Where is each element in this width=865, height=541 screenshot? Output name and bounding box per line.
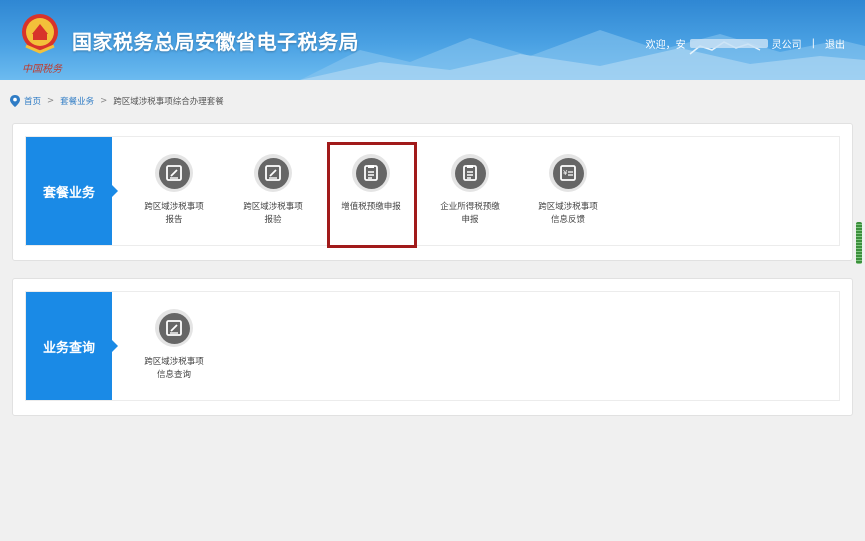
package-item-label: 企业所得税预缴 申报	[440, 202, 500, 225]
package-panel-label: 套餐业务	[26, 137, 118, 245]
package-panel-body: 套餐业务 跨区域涉税事项 报告 跨区域涉税事项 报验 增值税预缴申报 企业所得税…	[25, 136, 840, 246]
pen-doc-icon	[155, 154, 193, 192]
svg-text:¥: ¥	[563, 169, 568, 177]
breadcrumb-current: 跨区域涉税事项综合办理套餐	[113, 97, 224, 107]
welcome-text: 欢迎，安	[645, 40, 686, 51]
query-panel: 业务查询 跨区域涉税事项 信息查询	[12, 278, 853, 416]
brand-script-logo: 中国税务	[22, 64, 62, 75]
form-doc-icon	[451, 154, 489, 192]
query-item-info[interactable]: 跨区域涉税事项 信息查询	[129, 309, 219, 382]
package-item-label: 跨区域涉税事项 信息反馈	[538, 202, 598, 225]
query-panel-label: 业务查询	[26, 292, 118, 400]
highlight-box	[327, 142, 417, 248]
package-item-feedback[interactable]: ¥ 跨区域涉税事项 信息反馈	[523, 154, 613, 227]
divider: |	[811, 38, 815, 49]
breadcrumb-home[interactable]: 首页	[24, 95, 41, 107]
company-name[interactable]: 灵公司	[772, 36, 802, 51]
scrollbar-thumb[interactable]	[856, 222, 862, 264]
breadcrumb: 首页 > 套餐业务 > 跨区域涉税事项综合办理套餐	[10, 95, 224, 107]
package-item-label: 跨区域涉税事项 报告	[144, 202, 204, 225]
user-area: 欢迎，安 灵公司 | 退出	[646, 36, 845, 51]
breadcrumb-separator: >	[47, 96, 55, 106]
package-item-label: 跨区域涉税事项 报验	[243, 202, 303, 225]
yuan-doc-icon: ¥	[549, 154, 587, 192]
package-item-report[interactable]: 跨区域涉税事项 报告	[129, 154, 219, 227]
breadcrumb-separator: >	[100, 96, 108, 106]
national-emblem-icon	[22, 14, 58, 54]
package-item-cit-prepay[interactable]: 企业所得税预缴 申报	[425, 154, 515, 227]
redacted-username	[689, 39, 768, 48]
query-item-label: 跨区域涉税事项 信息查询	[144, 357, 204, 380]
package-panel: 套餐业务 跨区域涉税事项 报告 跨区域涉税事项 报验 增值税预缴申报 企业所得税…	[12, 123, 853, 261]
query-panel-body: 业务查询 跨区域涉税事项 信息查询	[25, 291, 840, 401]
pen-doc-icon	[254, 154, 292, 192]
logout-link[interactable]: 退出	[825, 36, 845, 51]
site-title: 国家税务总局安徽省电子税务局	[72, 30, 359, 54]
breadcrumb-section[interactable]: 套餐业务	[60, 95, 94, 107]
site-header: 中国税务 国家税务总局安徽省电子税务局 欢迎，安 灵公司 | 退出	[0, 0, 865, 80]
pen-doc-icon	[155, 309, 193, 347]
location-pin-icon	[10, 95, 20, 107]
package-item-inspection[interactable]: 跨区域涉税事项 报验	[228, 154, 318, 227]
